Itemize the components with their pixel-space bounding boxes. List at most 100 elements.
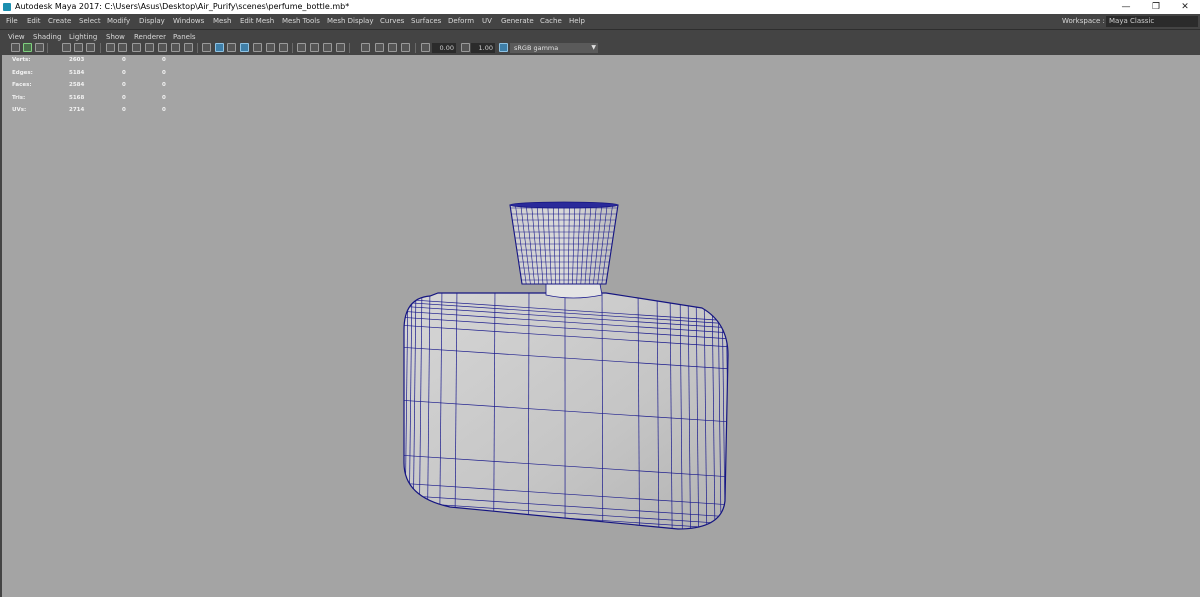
menu-deform[interactable]: Deform (448, 14, 474, 29)
textured-icon[interactable] (253, 43, 262, 52)
hud-label: Edges: (12, 69, 33, 76)
toolbar-separator (292, 43, 293, 53)
smooth-shade-icon[interactable] (215, 43, 224, 52)
hud-label: Verts: (12, 57, 31, 63)
toolbar-separator (349, 43, 350, 53)
hud-value: 0 (162, 94, 166, 101)
main-menu-bar: File Edit Create Select Modify Display W… (0, 14, 1200, 29)
workspace-select[interactable]: Maya Classic (1106, 16, 1198, 27)
screen-space-ao-icon[interactable] (297, 43, 306, 52)
toolbar-separator (100, 43, 101, 53)
viewport-toolbar: 0.00 1.00 sRGB gamma ▼ (0, 42, 1200, 55)
motion-blur-icon[interactable] (310, 43, 319, 52)
gamma-field[interactable]: 1.00 (471, 43, 495, 53)
hud-label: Faces: (12, 82, 32, 89)
title-bar: Autodesk Maya 2017: C:\Users\Asus\Deskto… (0, 0, 1200, 14)
panel-menu-lighting[interactable]: Lighting (69, 32, 97, 42)
hud-value: 5168 (69, 94, 85, 101)
color-management-icon[interactable] (499, 43, 508, 52)
hud-value: 0 (122, 94, 126, 101)
xray-icon[interactable] (375, 43, 384, 52)
wireframe-icon[interactable] (202, 43, 211, 52)
hud-value: 2714 (69, 107, 85, 114)
camera-select-icon[interactable] (11, 43, 20, 52)
menu-windows[interactable]: Windows (173, 14, 204, 29)
grease-pencil-icon[interactable] (86, 43, 95, 52)
xray-active-components-icon[interactable] (388, 43, 397, 52)
two-d-pan-icon[interactable] (74, 43, 83, 52)
xray-joints-icon[interactable] (401, 43, 410, 52)
gamma-icon[interactable] (461, 43, 470, 52)
window-title: Autodesk Maya 2017: C:\Users\Asus\Deskto… (15, 2, 350, 11)
hud-value: 0 (162, 107, 166, 114)
safe-title-icon[interactable] (184, 43, 193, 52)
image-plane-icon[interactable] (62, 43, 71, 52)
anti-aliasing-icon[interactable] (323, 43, 332, 52)
menu-help[interactable]: Help (569, 14, 585, 29)
safe-action-icon[interactable] (171, 43, 180, 52)
hud-row: Edges: 5184 0 0 (12, 70, 182, 82)
depth-of-field-icon[interactable] (336, 43, 345, 52)
maya-logo-icon (3, 3, 11, 11)
menu-generate[interactable]: Generate (501, 14, 534, 29)
menu-file[interactable]: File (6, 14, 18, 29)
gate-mask-icon[interactable] (145, 43, 154, 52)
menu-select[interactable]: Select (79, 14, 101, 29)
menu-create[interactable]: Create (48, 14, 71, 29)
restore-button[interactable]: ❐ (1141, 0, 1171, 14)
resolution-gate-icon[interactable] (132, 43, 141, 52)
hud-label: UVs: (12, 107, 27, 114)
menu-mesh-tools[interactable]: Mesh Tools (282, 14, 320, 29)
camera-attributes-icon[interactable] (23, 43, 32, 52)
isolate-select-icon[interactable] (361, 43, 370, 52)
hud-value: 2584 (69, 82, 85, 89)
hud-label: Tris: (12, 94, 26, 101)
hud-row: Faces: 2584 0 0 (12, 82, 182, 94)
toolbar-separator (197, 43, 198, 53)
hud-value: 0 (162, 57, 166, 63)
hud-value: 2603 (69, 57, 85, 63)
toolbar-separator (415, 43, 416, 53)
hud-value: 0 (122, 69, 126, 76)
grid-icon[interactable] (106, 43, 115, 52)
menu-mesh[interactable]: Mesh (213, 14, 231, 29)
menu-mesh-display[interactable]: Mesh Display (327, 14, 373, 29)
view-transform-value: sRGB gamma (514, 44, 559, 52)
panel-menu-show[interactable]: Show (106, 32, 125, 42)
perfume-bottle-mesh[interactable] (2, 55, 1200, 597)
menu-cache[interactable]: Cache (540, 14, 562, 29)
menu-surfaces[interactable]: Surfaces (411, 14, 441, 29)
menu-uv[interactable]: UV (482, 14, 492, 29)
hud-value: 0 (122, 82, 126, 89)
hud-value: 0 (162, 82, 166, 89)
exposure-field[interactable]: 0.00 (432, 43, 456, 53)
close-button[interactable]: ✕ (1170, 0, 1200, 14)
panel-menu-view[interactable]: View (8, 32, 25, 42)
film-gate-icon[interactable] (118, 43, 127, 52)
panel-menu-panels[interactable]: Panels (173, 32, 196, 42)
hud-row: UVs: 2714 0 0 (12, 107, 182, 119)
hud-value: 0 (122, 107, 126, 114)
menu-curves[interactable]: Curves (380, 14, 404, 29)
use-all-lights-icon[interactable] (266, 43, 275, 52)
default-material-icon[interactable] (227, 43, 236, 52)
panel-menu-renderer[interactable]: Renderer (134, 32, 166, 42)
menu-edit-mesh[interactable]: Edit Mesh (240, 14, 274, 29)
shadows-icon[interactable] (279, 43, 288, 52)
menu-edit[interactable]: Edit (27, 14, 41, 29)
menu-display[interactable]: Display (139, 14, 165, 29)
hud-row: Tris: 5168 0 0 (12, 95, 182, 107)
menu-modify[interactable]: Modify (107, 14, 130, 29)
toolbar-separator (47, 43, 48, 53)
exposure-icon[interactable] (421, 43, 430, 52)
minimize-button[interactable]: — (1111, 0, 1141, 14)
bottle-neck[interactable] (545, 283, 603, 299)
bookmarks-icon[interactable] (35, 43, 44, 52)
chevron-down-icon: ▼ (591, 44, 596, 51)
panel-menu-shading[interactable]: Shading (33, 32, 61, 42)
field-chart-icon[interactable] (158, 43, 167, 52)
workspace-label: Workspace : (1062, 17, 1105, 25)
view-transform-select[interactable]: sRGB gamma ▼ (510, 43, 598, 53)
wireframe-on-shaded-icon[interactable] (240, 43, 249, 52)
perspective-viewport[interactable]: Verts: 2603 0 0 Edges: 5184 0 0 Faces: 2584 0 0 Tris… (2, 55, 1200, 597)
